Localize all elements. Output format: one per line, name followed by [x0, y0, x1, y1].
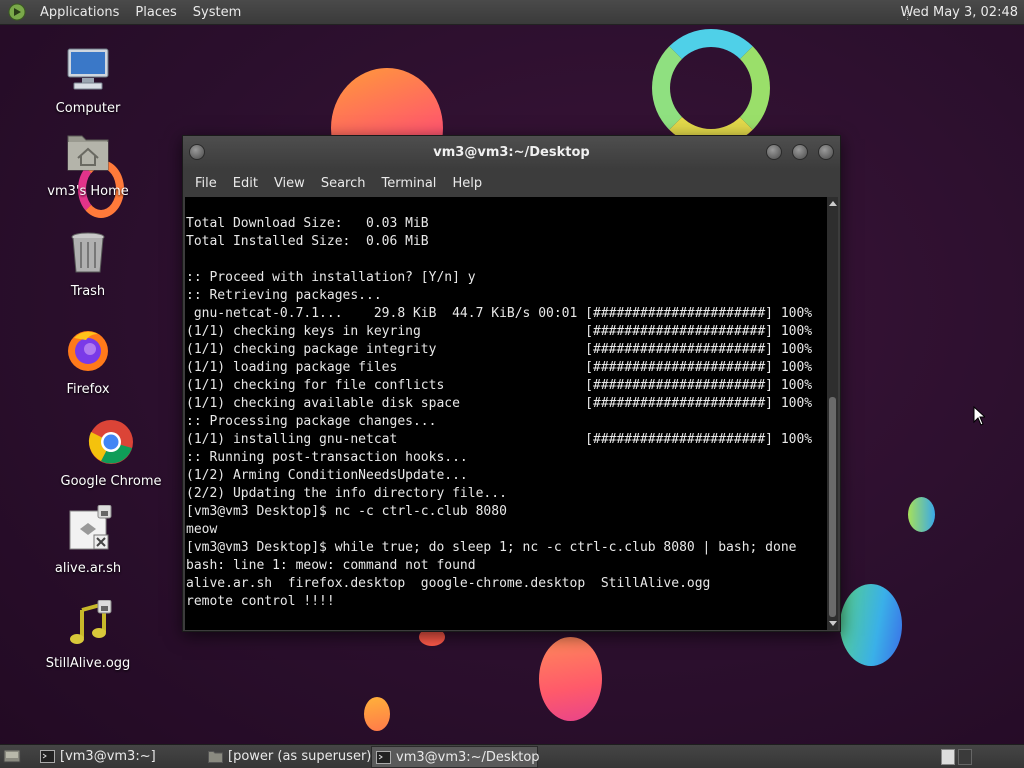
terminal-window[interactable]: vm3@vm3:~/Desktop File Edit View Search … [182, 135, 841, 632]
computer-icon [67, 48, 109, 90]
terminal-line: (1/1) loading package files [###########… [186, 360, 813, 375]
terminal-line: (2/2) Updating the info directory file..… [186, 486, 507, 501]
terminal-icon [376, 751, 391, 764]
workspace-2[interactable] [958, 749, 972, 765]
desktop-icon-computer[interactable]: Computer [33, 45, 143, 116]
terminal-scrollbar[interactable] [827, 197, 838, 630]
firefox-icon [68, 331, 108, 371]
terminal-line: alive.ar.sh firefox.desktop google-chrom… [186, 576, 711, 591]
menu-system[interactable]: System [185, 0, 249, 25]
menu-help[interactable]: Help [444, 176, 490, 191]
menu-search[interactable]: Search [313, 176, 374, 191]
terminal-titlebar[interactable]: vm3@vm3:~/Desktop [183, 136, 840, 169]
wallpaper-ring [652, 29, 770, 147]
mate-logo-icon[interactable] [8, 3, 26, 21]
chrome-icon [88, 420, 133, 464]
desktop-icon-trash[interactable]: Trash [33, 228, 143, 299]
desktop-icon-label: vm3's Home [47, 184, 129, 199]
terminal-line: :: Retrieving packages... [186, 288, 382, 303]
menu-places[interactable]: Places [127, 0, 184, 25]
wallpaper-coral-orb [539, 637, 602, 721]
desktop-icon-label: StillAlive.ogg [45, 656, 131, 671]
desktop-icon-label: Google Chrome [60, 474, 162, 489]
desktop-icon-alive-script[interactable]: alive.ar.sh [33, 504, 143, 576]
audio-file-icon [70, 599, 112, 644]
desktop-icon-home[interactable]: vm3's Home [33, 128, 143, 199]
terminal-menubar: File Edit View Search Terminal Help [183, 169, 840, 197]
desktop-icon-chrome[interactable]: Google Chrome [56, 418, 166, 489]
taskbar-item-label: [power (as superuser)] [228, 749, 377, 764]
taskbar-item-label: [vm3@vm3:~] [60, 749, 156, 764]
taskbar-item-label: vm3@vm3:~/Desktop [396, 750, 540, 765]
maximize-button[interactable] [792, 144, 808, 160]
terminal-line: meow [186, 522, 218, 537]
taskbar-item-desktop-terminal[interactable]: vm3@vm3:~/Desktop [371, 746, 540, 768]
menu-edit[interactable]: Edit [225, 176, 266, 191]
terminal-line: gnu-netcat-0.7.1... 29.8 KiB 44.7 KiB/s … [186, 306, 813, 321]
terminal-line: (1/2) Arming ConditionNeedsUpdate... [186, 468, 468, 483]
scroll-up-arrow-icon[interactable] [829, 201, 837, 206]
terminal-line: :: Processing package changes... [186, 414, 437, 429]
desktop-icon-firefox[interactable]: Firefox [33, 326, 143, 397]
terminal-line: (1/1) checking for file conflicts [#####… [186, 378, 813, 393]
mouse-cursor-icon [973, 406, 985, 426]
terminal-line: (1/1) checking keys in keyring [########… [186, 324, 813, 339]
terminal-line: [vm3@vm3 Desktop]$ nc -c ctrl-c.club 808… [186, 504, 507, 519]
terminal-line: (1/1) checking available disk space [###… [186, 396, 813, 411]
taskbar-item-home-terminal[interactable]: [vm3@vm3:~] [36, 746, 198, 768]
window-menu-button[interactable] [189, 144, 205, 160]
menu-applications[interactable]: Applications [32, 0, 127, 25]
desktop-icon-label: Computer [55, 101, 121, 116]
desktop-icon-label: alive.ar.sh [54, 561, 122, 576]
menu-view[interactable]: View [266, 176, 313, 191]
top-panel: Applications Places System Wed May 3, 02… [0, 0, 1024, 25]
terminal-line: (1/1) checking package integrity [######… [186, 342, 813, 357]
wallpaper-small-orange-orb [364, 697, 390, 731]
desktop-icon-label: Firefox [66, 382, 110, 397]
terminal-line: remote control !!!! [186, 594, 335, 609]
script-file-icon [69, 504, 112, 550]
scroll-down-arrow-icon[interactable] [829, 621, 837, 626]
wallpaper-green-orb [908, 497, 935, 532]
home-folder-icon [67, 135, 109, 171]
terminal-text: Total Download Size: 0.03 MiB Total Inst… [185, 197, 827, 611]
terminal-line: :: Running post-transaction hooks... [186, 450, 468, 465]
terminal-line: :: Proceed with installation? [Y/n] y [186, 270, 476, 285]
terminal-output[interactable]: Total Download Size: 0.03 MiB Total Inst… [185, 197, 827, 630]
bottom-panel: [vm3@vm3:~] [power (as superuser)] vm3@v… [0, 744, 1024, 768]
terminal-line: bash: line 1: meow: command not found [186, 558, 476, 573]
workspace-1[interactable] [941, 749, 955, 765]
show-desktop-icon[interactable] [3, 748, 21, 764]
window-title: vm3@vm3:~/Desktop [433, 145, 590, 160]
scrollbar-thumb[interactable] [829, 397, 836, 617]
terminal-line: Total Download Size: 0.03 MiB [186, 216, 429, 231]
menu-file[interactable]: File [187, 176, 225, 191]
close-button[interactable] [818, 144, 834, 160]
clock[interactable]: Wed May 3, 02:48 [901, 0, 1018, 25]
taskbar-item-power-folder[interactable]: [power (as superuser)] [204, 746, 376, 768]
menu-terminal[interactable]: Terminal [373, 176, 444, 191]
minimize-button[interactable] [766, 144, 782, 160]
desktop-icon-label: Trash [70, 284, 106, 299]
trash-icon [71, 232, 105, 273]
terminal-icon [40, 750, 55, 763]
desktop-icon-stillalive-ogg[interactable]: StillAlive.ogg [33, 599, 143, 671]
wallpaper-blue-orb [840, 584, 902, 666]
terminal-line: Total Installed Size: 0.06 MiB [186, 234, 429, 249]
folder-icon [208, 751, 223, 763]
terminal-line: [vm3@vm3 Desktop]$ while true; do sleep … [186, 540, 797, 555]
terminal-line: (1/1) installing gnu-netcat [###########… [186, 432, 813, 447]
